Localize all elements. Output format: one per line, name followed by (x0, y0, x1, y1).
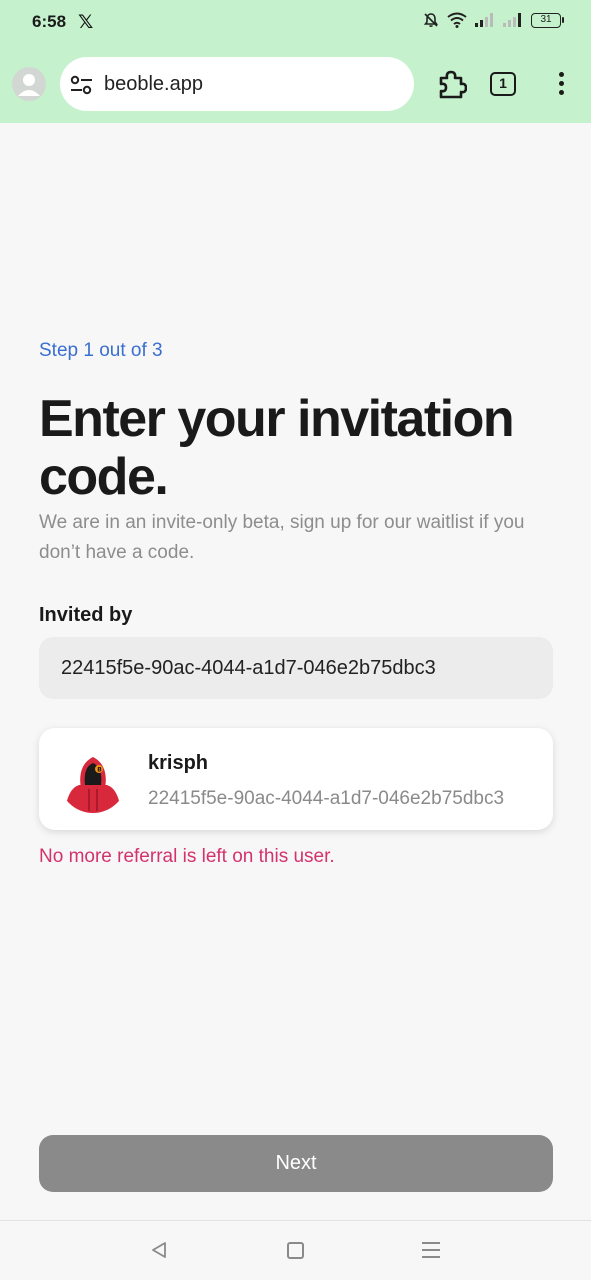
status-time: 6:58 (32, 12, 67, 31)
tab-switcher-button[interactable]: 1 (490, 72, 516, 96)
home-icon[interactable] (287, 1242, 304, 1259)
invited-by-label: Invited by (39, 604, 133, 626)
recent-apps-icon[interactable] (422, 1242, 440, 1263)
browser-menu-icon[interactable] (557, 72, 565, 99)
wifi-icon (447, 12, 467, 28)
signal-icon (475, 13, 495, 27)
inviter-user-card: B krisph 22415f5e-90ac-4044-a1d7-046e2b7… (39, 728, 553, 830)
x-app-icon: 𝕏 (78, 12, 94, 33)
profile-avatar-button[interactable] (12, 67, 46, 101)
back-icon[interactable] (150, 1241, 168, 1264)
status-icons: 31 (423, 12, 564, 28)
invitation-code-input[interactable] (39, 637, 553, 699)
user-id: 22415f5e-90ac-4044-a1d7-046e2b75dbc3 (148, 788, 505, 809)
next-button[interactable]: Next (39, 1135, 553, 1192)
status-bar: 6:58 𝕏 31 (0, 0, 591, 46)
user-avatar: B (59, 745, 127, 813)
referral-error-message: No more referral is left on this user. (39, 846, 335, 867)
extensions-puzzle-icon[interactable] (435, 68, 468, 105)
bell-muted-icon (423, 12, 439, 28)
battery-indicator: 31 (531, 12, 564, 28)
user-name: krisph (148, 752, 209, 774)
page-title: Enter your invitation code. (39, 390, 515, 506)
signal-icon-2 (503, 13, 523, 27)
browser-chrome: 6:58 𝕏 31 beoble.app 1 (0, 0, 591, 123)
address-bar[interactable]: beoble.app (60, 57, 414, 111)
svg-text:B: B (97, 767, 102, 774)
url-text: beoble.app (104, 73, 203, 95)
system-navigation-bar (0, 1220, 591, 1280)
step-indicator: Step 1 out of 3 (39, 340, 163, 361)
page-subtitle: We are in an invite-only beta, sign up f… (39, 512, 525, 563)
site-settings-icon[interactable] (70, 74, 94, 101)
